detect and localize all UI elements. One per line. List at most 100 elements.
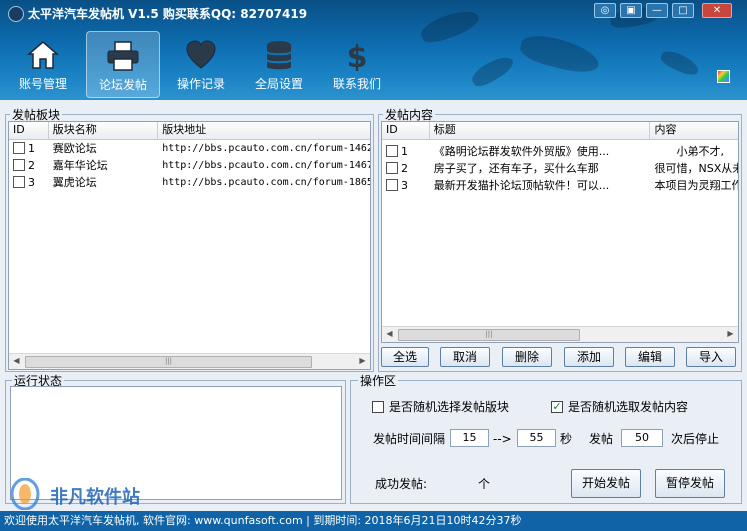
nav-settings-label: 全局设置 [254, 77, 303, 91]
import-button[interactable]: 导入 [686, 347, 736, 367]
status-bar: 欢迎使用太平洋汽车发帖机, 软件官网: www.qunfasoft.com | … [0, 511, 747, 531]
scroll-right-icon[interactable]: ▶ [724, 328, 737, 340]
posts-horizontal-scrollbar[interactable]: ◀ ||| ▶ [382, 326, 738, 342]
column-header-id[interactable]: ID [9, 122, 49, 139]
nav-contact-label: 联系我们 [332, 77, 381, 91]
row-checkbox[interactable] [13, 159, 25, 171]
post-count-input[interactable]: 50 [621, 429, 663, 447]
delete-button[interactable]: 删除 [502, 347, 552, 367]
row-post-title: 房子买了，还有车子，买什么车那 [433, 162, 599, 175]
interval-min-input[interactable]: 15 [450, 429, 489, 447]
nav-contact[interactable]: $ 联系我们 [320, 31, 394, 98]
posts-list[interactable]: ID 标题 内容 1 《路明论坛群发软件外贸版》使用... 小弟不才, 2 房子… [381, 121, 739, 343]
nav-forum-post[interactable]: 论坛发帖 [86, 31, 160, 98]
row-checkbox[interactable] [13, 142, 25, 154]
column-header-id[interactable]: ID [382, 122, 430, 139]
row-id: 2 [401, 162, 408, 175]
posts-group-title: 发帖内容 [383, 108, 436, 122]
select-all-button[interactable]: 全选 [381, 347, 429, 367]
scroll-left-icon[interactable]: ◀ [383, 328, 396, 340]
window-title: 太平洋汽车发帖机 V1.5 购买联系QQ: 82707419 [8, 3, 307, 25]
scroll-thumb[interactable]: ||| [398, 329, 580, 341]
random-board-label: 是否随机选择发帖版块 [389, 400, 510, 414]
row-post-content: 小弟不才, [654, 145, 724, 158]
boards-list[interactable]: ID 版块名称 版块地址 1 赛欧论坛 http://bbs.pcauto.co… [8, 121, 371, 370]
nav-settings[interactable]: 全局设置 [242, 31, 316, 98]
table-row[interactable]: 3 翼虎论坛 http://bbs.pcauto.com.cn/forum-18… [9, 174, 370, 191]
nav-account[interactable]: 账号管理 [6, 31, 80, 98]
edit-button[interactable]: 编辑 [625, 347, 675, 367]
skin-icon[interactable] [717, 70, 730, 83]
row-id: 1 [28, 142, 35, 155]
row-board-name: 赛欧论坛 [52, 142, 97, 155]
row-board-url: http://bbs.pcauto.com.cn/forum-1462 [162, 143, 370, 154]
seconds-label: 秒 [560, 432, 573, 446]
row-board-name: 翼虎论坛 [52, 176, 97, 189]
svg-text:$: $ [347, 40, 368, 71]
scroll-right-icon[interactable]: ▶ [356, 355, 369, 367]
interval-arrow: --> [493, 432, 512, 446]
table-row[interactable]: 2 房子买了，还有车子，买什么车那 很可惜，NSX从未 [382, 160, 738, 177]
row-post-title: 最新开发猫扑论坛顶帖软件！可以... [433, 179, 610, 192]
maximize-button[interactable]: □ [672, 3, 694, 18]
column-header-board-url[interactable]: 版块地址 [158, 122, 370, 139]
row-checkbox[interactable] [386, 162, 398, 174]
scroll-left-icon[interactable]: ◀ [10, 355, 23, 367]
row-post-title: 《路明论坛群发软件外贸版》使用... [433, 145, 610, 158]
chat-icon[interactable]: ◎ [594, 3, 616, 18]
random-board-checkbox[interactable] [372, 401, 384, 413]
close-button[interactable]: ✕ [702, 3, 732, 18]
row-post-content: 很可惜，NSX从未 [654, 162, 738, 175]
coin-stack-icon [267, 41, 291, 70]
boards-horizontal-scrollbar[interactable]: ◀ ||| ▶ [9, 353, 370, 369]
boards-group-title: 发帖板块 [10, 108, 63, 122]
scroll-thumb[interactable]: ||| [25, 356, 312, 368]
table-row[interactable]: 2 嘉年华论坛 http://bbs.pcauto.com.cn/forum-1… [9, 157, 370, 174]
row-id: 2 [28, 159, 35, 172]
row-checkbox[interactable] [13, 176, 25, 188]
menu-icon[interactable]: ▣ [620, 3, 642, 18]
table-row[interactable]: 3 最新开发猫扑论坛顶帖软件！可以... 本项目为灵翔工作 [382, 177, 738, 194]
column-header-title[interactable]: 标题 [430, 122, 651, 139]
printer-icon [107, 41, 139, 71]
house-icon [27, 41, 59, 69]
status-bar-text: 欢迎使用太平洋汽车发帖机, 软件官网: www.qunfasoft.com | … [4, 514, 522, 527]
nav-account-label: 账号管理 [18, 77, 67, 91]
column-header-board-name[interactable]: 版块名称 [49, 122, 159, 139]
window-title-text: 太平洋汽车发帖机 V1.5 购买联系QQ: 82707419 [28, 7, 308, 21]
success-count-unit: 个 [478, 477, 491, 491]
heart-icon [186, 40, 216, 69]
post-count-label: 发帖 [589, 432, 614, 446]
app-logo-icon [8, 5, 24, 22]
minimize-button[interactable]: — [646, 3, 668, 18]
column-header-content[interactable]: 内容 [650, 122, 738, 139]
row-board-name: 嘉年华论坛 [52, 159, 108, 172]
row-id: 3 [401, 179, 408, 192]
nav-records[interactable]: 操作记录 [164, 31, 238, 98]
table-row[interactable]: 1 《路明论坛群发软件外贸版》使用... 小弟不才, [382, 143, 738, 160]
interval-max-input[interactable]: 55 [517, 429, 556, 447]
table-row[interactable]: 1 赛欧论坛 http://bbs.pcauto.com.cn/forum-14… [9, 140, 370, 157]
stop-after-label: 次后停止 [671, 432, 720, 446]
interval-label: 发帖时间间隔 [373, 432, 446, 446]
nav-forum-post-label: 论坛发帖 [98, 78, 147, 92]
row-checkbox[interactable] [386, 145, 398, 157]
row-checkbox[interactable] [386, 179, 398, 191]
random-content-label: 是否随机选取发帖内容 [568, 400, 689, 414]
posts-list-header: ID 标题 内容 [382, 122, 738, 140]
random-content-checkbox[interactable]: ✓ [551, 401, 563, 413]
pause-posting-button[interactable]: 暂停发帖 [655, 469, 725, 498]
success-count-label: 成功发帖: [375, 477, 428, 491]
add-button[interactable]: 添加 [564, 347, 614, 367]
ops-title: 操作区 [358, 374, 399, 388]
dollar-icon: $ [347, 40, 368, 71]
row-post-content: 本项目为灵翔工作 [654, 179, 738, 192]
run-status-log[interactable] [10, 386, 342, 500]
start-posting-button[interactable]: 开始发帖 [571, 469, 641, 498]
nav-records-label: 操作记录 [176, 77, 225, 91]
boards-list-header: ID 版块名称 版块地址 [9, 122, 370, 140]
row-id: 1 [401, 145, 408, 158]
row-id: 3 [28, 176, 35, 189]
row-board-url: http://bbs.pcauto.com.cn/forum-1865 [162, 177, 370, 188]
cancel-button[interactable]: 取消 [440, 347, 490, 367]
